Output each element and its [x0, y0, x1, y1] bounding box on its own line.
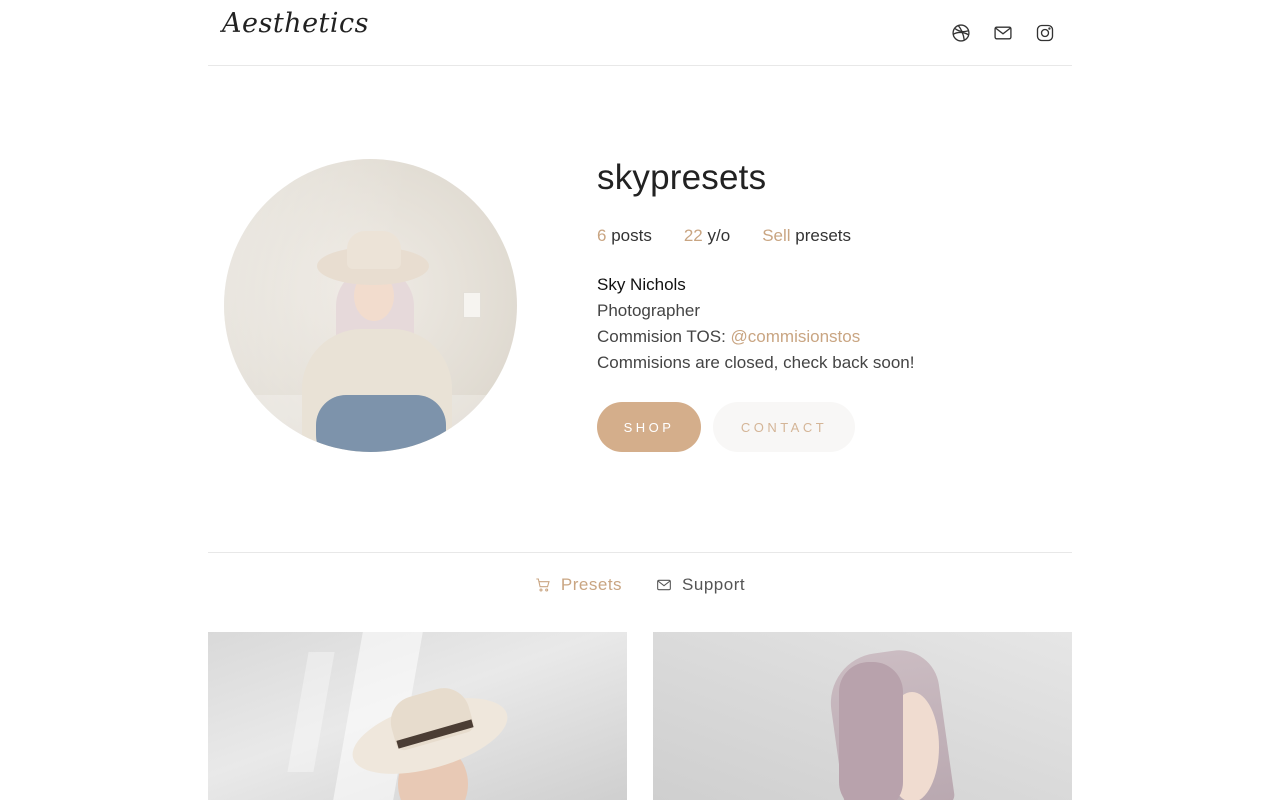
stat-posts-label: posts [611, 226, 652, 245]
profile-username: skypresets [597, 158, 767, 197]
stat-posts-count: 6 [597, 226, 607, 245]
stat-age-value: 22 [683, 226, 703, 245]
shop-button[interactable]: SHOP [597, 402, 701, 452]
stat-age: 22 y/o [684, 226, 730, 246]
bio-tos-link[interactable]: @commisionstos [731, 327, 861, 346]
stat-sell-label: presets [795, 226, 852, 245]
cart-icon [536, 578, 550, 592]
section-divider [208, 552, 1072, 553]
tab-presets-label: Presets [560, 575, 623, 594]
bio-status: Commisions are closed, check back soon! [597, 353, 915, 372]
site-logo[interactable]: Aesthetics [222, 8, 369, 39]
bio-tos: Commision TOS: @commisionstos [597, 324, 914, 350]
profile-stats: 6 posts 22 y/o Sell presets [597, 226, 851, 246]
profile-avatar [224, 159, 517, 452]
site-header: Aesthetics [208, 0, 1072, 66]
tab-support[interactable]: Support [656, 575, 745, 595]
tab-support-label: Support [682, 575, 746, 594]
bio-tos-label: Commision TOS: [597, 327, 731, 346]
tab-presets[interactable]: Presets [535, 575, 622, 595]
header-social-icons [950, 22, 1056, 44]
instagram-icon[interactable] [1034, 22, 1056, 44]
profile-bio: Sky Nichols Photographer Commision TOS: … [597, 272, 914, 376]
stat-posts: 6 posts [597, 226, 652, 246]
stat-sell: Sell presets [762, 226, 851, 246]
post-thumbnail[interactable] [208, 632, 627, 800]
content-tabs: Presets Support [0, 575, 1280, 595]
mail-icon [657, 579, 671, 591]
contact-button[interactable]: CONTACT [713, 402, 855, 452]
bio-title: Photographer [597, 301, 701, 320]
stat-sell-value: Sell [762, 226, 791, 245]
stat-age-label: y/o [707, 226, 731, 245]
mail-icon[interactable] [992, 22, 1014, 44]
post-thumbnail[interactable] [653, 632, 1072, 800]
dribbble-icon[interactable] [950, 22, 972, 44]
bio-name: Sky Nichols [597, 275, 686, 294]
